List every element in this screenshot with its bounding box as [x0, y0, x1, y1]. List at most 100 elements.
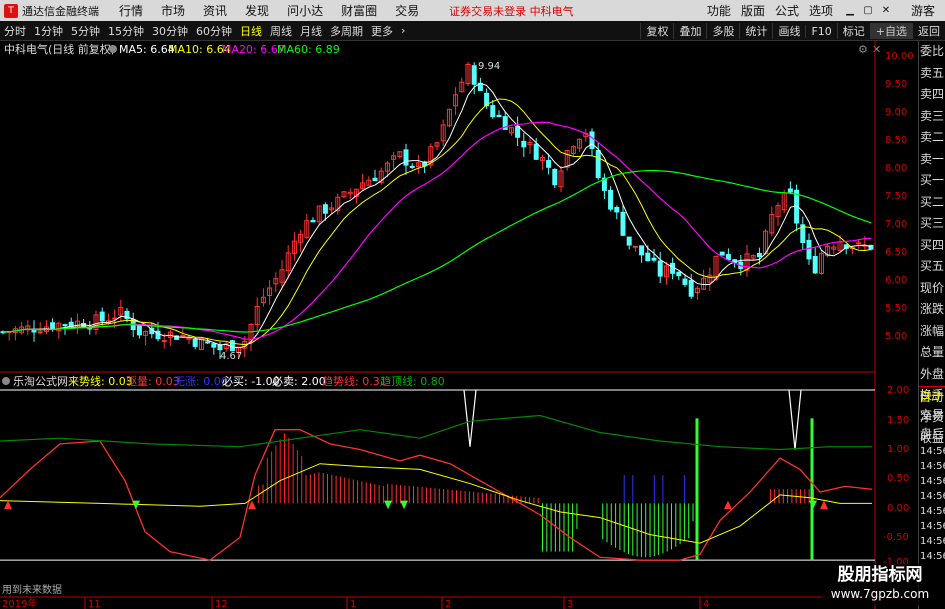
side-buy1: 买一 — [920, 173, 945, 187]
stock-label: 中科电气(日线 前复权) — [4, 42, 115, 56]
price-tick: 6.00 — [885, 275, 907, 286]
period-5min[interactable]: 5分钟 — [67, 23, 104, 39]
candlesticks[interactable] — [0, 61, 874, 360]
period-60min[interactable]: 60分钟 — [192, 23, 236, 39]
side-time: 14:56 — [920, 551, 945, 562]
candle-body — [725, 254, 731, 261]
minimize-icon[interactable]: ▁ — [843, 0, 857, 21]
period-weekly[interactable]: 周线 — [266, 23, 296, 39]
side-change: 涨跌 — [920, 302, 945, 316]
period-more[interactable]: 更多 — [367, 23, 397, 39]
menu-gongshi[interactable]: 公式 — [775, 2, 799, 19]
x-label: 4 — [703, 599, 709, 609]
menu-hangqing[interactable]: 行情 — [119, 2, 143, 19]
price-tick: 10.00 — [885, 51, 914, 62]
pane-close-icon[interactable]: ✕ — [872, 43, 881, 56]
indicator-item: 来势线: 0.03 — [68, 374, 133, 388]
ma60-label: MA60: 6.89 — [277, 43, 340, 56]
add-favorite-button[interactable]: +自选 — [869, 23, 912, 39]
candle-body — [62, 324, 68, 327]
candle-body — [403, 149, 409, 166]
huaxian-button[interactable]: 画线 — [772, 23, 805, 39]
indicator-item: 必卖: 2.00 — [272, 375, 326, 388]
duogu-button[interactable]: 多股 — [706, 23, 739, 39]
menu-zixun[interactable]: 资讯 — [203, 2, 227, 19]
candle-body — [217, 344, 223, 351]
candle-body — [490, 105, 496, 118]
down-arrow-icon — [400, 500, 408, 510]
side-volume: 总量 — [920, 345, 945, 359]
side-sell2: 卖二 — [920, 130, 945, 144]
price-tick: 8.50 — [885, 135, 907, 146]
candle-body — [37, 331, 43, 334]
side-time: 14:56 — [920, 446, 945, 457]
high-price-label: 9.94 — [478, 61, 500, 72]
candle-body — [756, 252, 762, 258]
menu-jiaoyi[interactable]: 交易 — [395, 2, 419, 19]
indicator-item: 驱量: 0.03 — [126, 375, 180, 388]
candle-body — [205, 341, 211, 344]
period-fenshi[interactable]: 分时 — [0, 23, 30, 39]
x-label: 11 — [88, 599, 101, 609]
period-monthly[interactable]: 月线 — [296, 23, 326, 39]
x-label: 2 — [445, 599, 451, 609]
restore-icon[interactable]: ▢ — [861, 0, 875, 21]
candle-body — [322, 204, 328, 214]
period-toolbar: 分时 1分钟 5分钟 15分钟 30分钟 60分钟 日线 周线 月线 多周期 更… — [0, 21, 945, 41]
chart-area[interactable]: 中科电气(日线 前复权) MA5: 6.64 MA10: 6.64 MA20: … — [0, 41, 918, 609]
more-chevron-icon[interactable]: › — [397, 24, 409, 37]
indicator-plot[interactable] — [0, 389, 875, 561]
biaoji-button[interactable]: 标记 — [836, 23, 870, 39]
candle-body — [688, 279, 694, 297]
price-tick: 5.50 — [885, 303, 907, 314]
close-icon[interactable]: ✕ — [879, 0, 893, 21]
watermark-title: 股朋指标网 — [837, 565, 923, 585]
side-trade: 交易 — [920, 408, 945, 422]
period-30min[interactable]: 30分钟 — [148, 23, 192, 39]
fuquan-button[interactable]: 复权 — [640, 23, 673, 39]
candle-body — [515, 125, 521, 138]
x-label: 2019年 — [2, 597, 37, 609]
side-time: 14:56 — [920, 461, 945, 472]
login-notice[interactable]: 证券交易未登录 中科电气 — [449, 3, 574, 19]
menu-xuanxiang[interactable]: 选项 — [809, 2, 833, 19]
period-daily[interactable]: 日线 — [236, 23, 266, 39]
kline-chart[interactable]: 中科电气(日线 前复权) MA5: 6.64 MA10: 6.64 MA20: … — [0, 41, 918, 609]
candle-body — [614, 206, 620, 213]
info-icon[interactable] — [109, 45, 117, 53]
period-multi[interactable]: 多周期 — [326, 23, 367, 39]
app-title: 通达信金融终端 — [22, 4, 99, 18]
buy-spike — [695, 418, 699, 561]
price-tick: 8.00 — [885, 163, 907, 174]
menu-wenxiaoda[interactable]: 问小达 — [287, 2, 323, 19]
future-data-note: 用到未来数据 — [2, 583, 62, 596]
candle-body — [719, 251, 725, 256]
auto-refresh-toggle[interactable]: 自动 — [919, 386, 945, 406]
menu-shichang[interactable]: 市场 — [161, 2, 185, 19]
candle-body — [657, 260, 663, 277]
settings-gear-icon[interactable]: ⚙ — [858, 43, 868, 56]
back-button[interactable]: 返回 — [912, 23, 945, 39]
candle-body — [620, 211, 626, 236]
candle-body — [645, 252, 651, 262]
candle-body — [639, 245, 645, 256]
f10-button[interactable]: F10 — [805, 24, 836, 38]
side-sell3: 卖三 — [920, 108, 945, 123]
guest-user[interactable]: 游客 — [911, 2, 935, 19]
indicator-name: 乐淘公式网 — [13, 375, 68, 388]
menu-gongneng[interactable]: 功能 — [707, 2, 731, 19]
diejia-button[interactable]: 叠加 — [673, 23, 706, 39]
menu-banmian[interactable]: 版面 — [741, 2, 765, 19]
period-1min[interactable]: 1分钟 — [30, 23, 67, 39]
x-axis-ticks — [84, 597, 701, 609]
period-15min[interactable]: 15分钟 — [104, 23, 148, 39]
price-tick: 9.50 — [885, 79, 907, 90]
candle-body — [626, 236, 632, 246]
menu-faxian[interactable]: 发现 — [245, 2, 269, 19]
candle-body — [608, 189, 614, 210]
menu-caifuquan[interactable]: 财富圈 — [341, 2, 377, 19]
price-tick: 9.00 — [885, 107, 907, 118]
indicator-info-icon[interactable] — [2, 377, 10, 385]
candle-body — [651, 257, 657, 261]
tongji-button[interactable]: 统计 — [739, 23, 772, 39]
